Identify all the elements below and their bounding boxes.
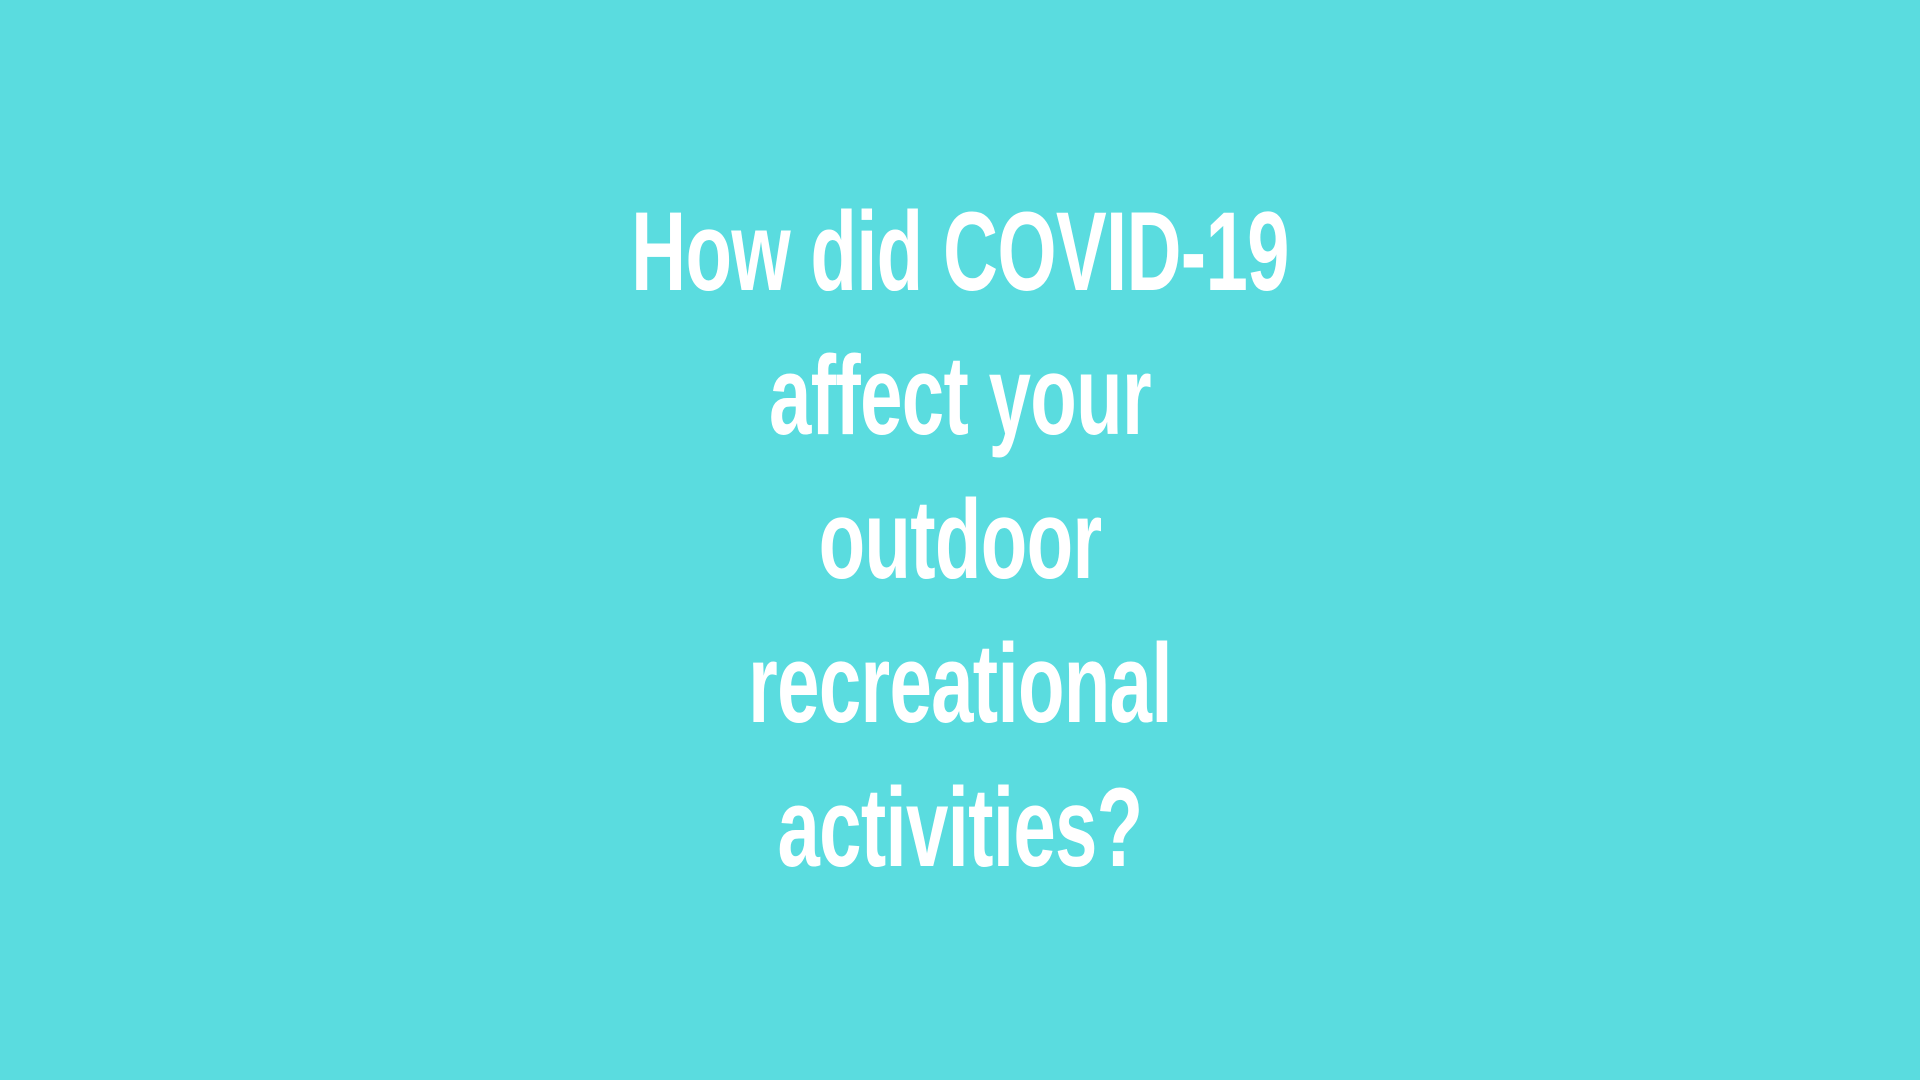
- slide-background: How did COVID-19 affect your outdoor rec…: [0, 0, 1920, 1080]
- headline-question: How did COVID-19 affect your outdoor rec…: [0, 180, 1920, 900]
- headline-line-2: affect your: [769, 333, 1152, 458]
- headline-line-3: outdoor: [818, 477, 1103, 602]
- headline-line-1: How did COVID-19: [631, 189, 1289, 314]
- headline-line-4: recreational: [748, 621, 1172, 746]
- headline-line-5: activities?: [777, 765, 1143, 890]
